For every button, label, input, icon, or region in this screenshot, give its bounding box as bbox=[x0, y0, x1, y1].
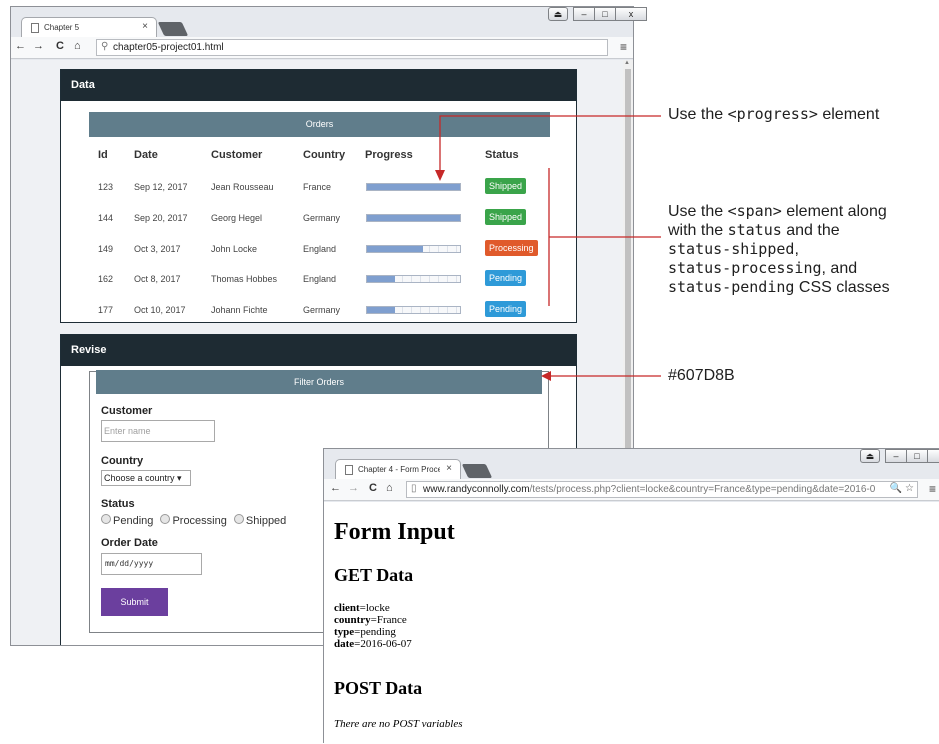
get-key: date bbox=[334, 638, 355, 650]
get-values: client=locke country=France type=pending… bbox=[334, 602, 412, 650]
minimize-button[interactable]: – bbox=[885, 449, 907, 463]
page-icon: ▯ bbox=[411, 483, 417, 494]
home-button[interactable]: ⌂ bbox=[386, 482, 393, 494]
get-value: =locke bbox=[359, 602, 390, 614]
user-icon[interactable]: ⏏ bbox=[860, 449, 880, 463]
tab-strip: Chapter 4 - Form Process × ⏏ – □ x bbox=[324, 449, 939, 480]
get-pair: country=France bbox=[334, 614, 412, 626]
get-value: =France bbox=[370, 614, 407, 626]
menu-icon[interactable]: ≡ bbox=[929, 482, 936, 496]
address-bar[interactable]: ▯ www.randyconnolly.com/tests/process.ph… bbox=[406, 481, 918, 498]
callout-code: status-pending bbox=[668, 278, 795, 296]
tab-form-process[interactable]: Chapter 4 - Form Process × bbox=[335, 459, 461, 480]
callout-text: Use the bbox=[668, 106, 728, 123]
post-empty-message: There are no POST variables bbox=[334, 718, 463, 730]
callout-code: status bbox=[727, 221, 782, 239]
callout-text: element bbox=[817, 106, 880, 123]
callout-code: status-processing bbox=[668, 259, 822, 277]
close-window-button[interactable]: x bbox=[927, 449, 939, 463]
get-pair: type=pending bbox=[334, 626, 412, 638]
callout-code: status-shipped bbox=[668, 240, 795, 258]
browser-toolbar: ← → C ⌂ ▯ www.randyconnolly.com/tests/pr… bbox=[324, 479, 939, 501]
callout-progress: Use the <progress> element bbox=[668, 105, 879, 124]
callout-span: Use the <span> element along with the st… bbox=[668, 202, 890, 297]
callout-line-1: Use the <span> element along bbox=[668, 202, 890, 221]
window-controls: ⏏ – □ x bbox=[860, 449, 939, 465]
callout-line-4: status-processing, and bbox=[668, 259, 890, 278]
callout-code: <progress> bbox=[727, 105, 818, 123]
callout-text: and the bbox=[781, 222, 840, 239]
get-value: =2016-06-07 bbox=[354, 638, 412, 650]
url-path: /tests/process.php?client=locke&country=… bbox=[529, 484, 876, 495]
tab-title: Chapter 4 - Form Process bbox=[358, 465, 440, 474]
result-document: Form Input GET Data client=locke country… bbox=[324, 502, 939, 744]
progress-callout-line bbox=[439, 115, 661, 172]
get-value: =pending bbox=[354, 626, 396, 638]
arrowhead-icon bbox=[541, 371, 551, 381]
callout-line-2: with the status and the bbox=[668, 221, 890, 240]
get-key: client bbox=[334, 602, 360, 614]
get-key: country bbox=[334, 614, 371, 626]
arrowhead-icon bbox=[435, 170, 445, 181]
get-heading: GET Data bbox=[334, 565, 414, 585]
url-host: www.randyconnolly.com bbox=[423, 484, 530, 495]
back-button[interactable]: ← bbox=[330, 482, 341, 494]
browser-window-result: Chapter 4 - Form Process × ⏏ – □ x ← → C… bbox=[323, 448, 939, 744]
maximize-button[interactable]: □ bbox=[906, 449, 928, 463]
callout-text: element along bbox=[781, 203, 887, 220]
callout-text: CSS classes bbox=[794, 279, 890, 296]
callout-line-3: status-shipped, bbox=[668, 240, 890, 259]
get-pair: client=locke bbox=[334, 602, 412, 614]
close-icon[interactable]: × bbox=[446, 463, 452, 474]
callout-text: , and bbox=[821, 260, 858, 277]
reload-button[interactable]: C bbox=[369, 482, 377, 494]
new-tab-button[interactable] bbox=[461, 464, 493, 478]
post-heading: POST Data bbox=[334, 678, 423, 698]
callout-code: <span> bbox=[727, 202, 782, 220]
page-icon bbox=[345, 465, 353, 475]
page-title: Form Input bbox=[334, 519, 455, 545]
callout-color: #607D8B bbox=[668, 367, 735, 384]
callout-line-5: status-pending CSS classes bbox=[668, 278, 890, 297]
callout-text: , bbox=[794, 241, 799, 258]
callout-text: with the bbox=[668, 222, 728, 239]
forward-button[interactable]: → bbox=[348, 482, 359, 494]
get-key: type bbox=[334, 626, 355, 638]
zoom-star-icons[interactable]: 🔍 ☆ bbox=[890, 483, 914, 494]
callout-text: Use the bbox=[668, 203, 728, 220]
url-text: www.randyconnolly.com/tests/process.php?… bbox=[423, 484, 893, 495]
get-pair: date=2016-06-07 bbox=[334, 638, 412, 650]
